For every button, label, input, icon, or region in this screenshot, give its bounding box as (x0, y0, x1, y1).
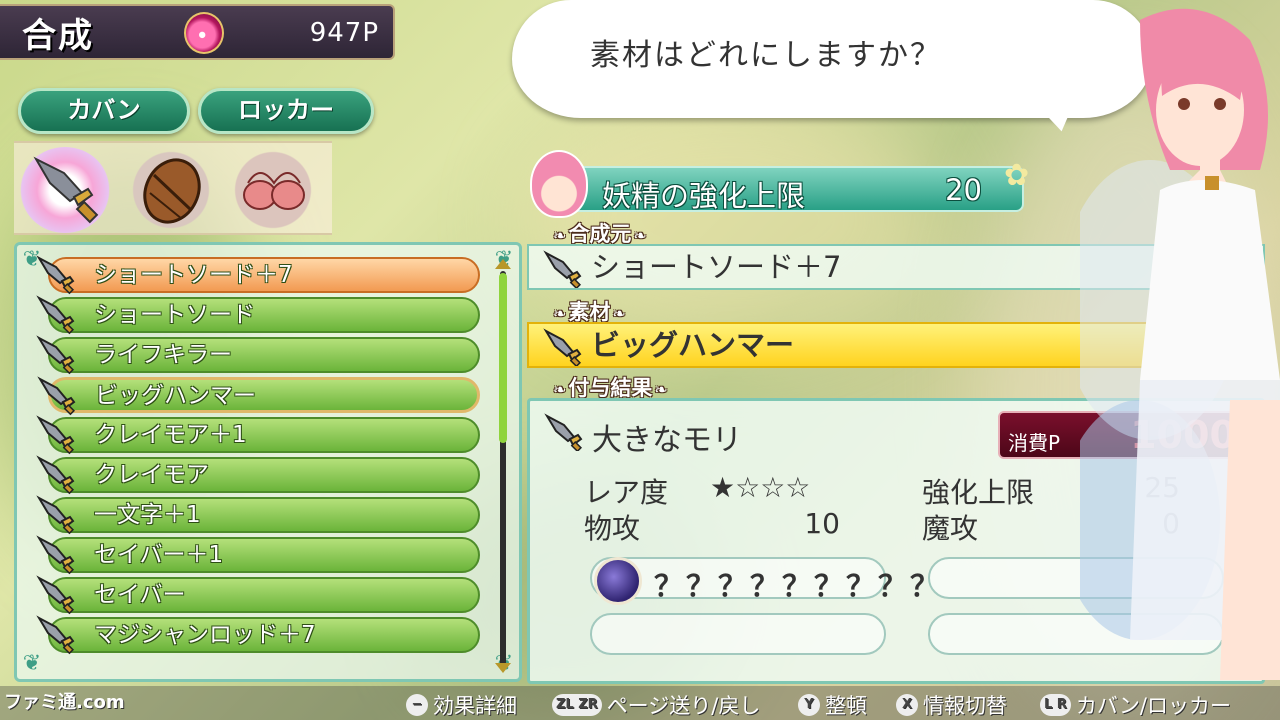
list-item-label: ショートソード＋7 (94, 262, 293, 288)
magic-attack-label: 魔攻 (922, 512, 979, 545)
title-bar: 合成 947P (0, 4, 395, 60)
material-item-name: ビッグハンマー (591, 328, 795, 362)
minus-button-icon: − (406, 694, 428, 716)
list-item[interactable]: マジシャンロッド＋7 (36, 615, 480, 655)
sword-icon (36, 615, 76, 664)
limit-label: 強化上限 (922, 476, 1035, 509)
y-button-icon: Y (798, 694, 820, 716)
skill-text: ？？？？？？？？？ (654, 569, 943, 603)
skill-orb-icon (594, 557, 642, 605)
hint-label: 整頓 (825, 694, 867, 718)
source-item-name: ショートソード＋7 (591, 250, 842, 284)
hint-sort[interactable]: Y 整頓 (798, 690, 867, 720)
fairy-character (1080, 8, 1280, 680)
list-item-label: マジシャンロッド＋7 (94, 622, 316, 648)
list-item-label: 一文字＋1 (94, 502, 201, 528)
category-shield[interactable] (126, 147, 216, 233)
list-item[interactable]: ビッグハンマー (37, 376, 480, 416)
scroll-up-arrow[interactable] (495, 259, 511, 269)
fairy-avatar (530, 150, 588, 218)
list-item-label: クレイモア (94, 462, 209, 488)
tab-bag[interactable]: カバン (18, 88, 190, 134)
list-item[interactable]: セイバー＋1 (36, 535, 480, 575)
section-material-label: 素材 (553, 296, 626, 324)
x-button-icon: X (896, 694, 918, 716)
list-item-label: セイバー＋1 (94, 542, 224, 568)
list-item[interactable]: ショートソード＋7 (36, 255, 480, 295)
hint-label: カバン/ロッカー (1075, 694, 1231, 718)
scrollbar-thumb[interactable] (499, 273, 507, 443)
l-r-button-icon: L R (1040, 694, 1071, 716)
weapon-icon (33, 156, 99, 224)
list-item[interactable]: クレイモア (36, 455, 480, 495)
section-result-label: 付与結果 (553, 372, 668, 400)
shield-icon (143, 158, 201, 224)
list-item-label: セイバー (94, 582, 186, 608)
fairy-limit-value: 20 (945, 173, 982, 207)
footer-bar: ファミ通.com − 効果詳細 ZL ZR ページ送り/戻し Y 整頓 X 情報… (0, 686, 1280, 720)
skill-slot-empty[interactable] (590, 613, 886, 655)
list-item[interactable]: ショートソード (36, 295, 480, 335)
sword-icon (543, 250, 582, 288)
hint-effect-detail[interactable]: − 効果詳細 (406, 690, 517, 720)
hint-label: ページ送り/戻し (606, 694, 761, 718)
rarity-stars: ★☆☆☆ (710, 471, 811, 504)
tab-locker[interactable]: ロッカー (198, 88, 374, 134)
category-weapon[interactable] (20, 147, 110, 233)
points-counter: 947P (309, 18, 379, 48)
fairy-limit-bar: 妖精の強化上限 20 (570, 166, 1024, 213)
hint-bag-locker[interactable]: L R カバン/ロッカー (1040, 690, 1231, 720)
hint-page[interactable]: ZL ZR ページ送り/戻し (552, 690, 760, 720)
cost-label: 消費P (1008, 431, 1061, 455)
list-item[interactable]: 一文字＋1 (36, 495, 480, 535)
list-item[interactable]: セイバー (36, 575, 480, 615)
list-item-label: ビッグハンマー (95, 383, 256, 409)
armor-icon (243, 172, 305, 210)
result-item-name: 大きなモリ (592, 423, 742, 458)
sword-icon (543, 328, 582, 366)
list-item[interactable]: ライフキラー (36, 335, 480, 375)
hint-label: 効果詳細 (433, 694, 517, 718)
phys-attack-label: 物攻 (584, 512, 641, 545)
flower-icon: ✿ (1004, 158, 1030, 193)
hint-label: 情報切替 (923, 694, 1007, 718)
list-item-label: クレイモア＋1 (94, 422, 247, 448)
scroll-down-arrow[interactable] (495, 663, 511, 673)
skill-slot[interactable]: ？？？？？？？？？ (590, 557, 939, 605)
phys-attack-value: 10 (804, 507, 840, 540)
fairy-limit-label: 妖精の強化上限 (602, 179, 806, 213)
category-armor[interactable] (228, 147, 318, 233)
watermark-logo: ファミ通.com (4, 692, 125, 713)
list-item-label: ショートソード (94, 302, 255, 328)
list-item[interactable]: クレイモア＋1 (36, 415, 480, 455)
section-source-label: 合成元 (553, 218, 647, 246)
hint-info-switch[interactable]: X 情報切替 (896, 690, 1007, 720)
category-strip (14, 141, 332, 235)
zl-zr-button-icon: ZL ZR (552, 694, 602, 716)
dialog-text: 素材はどれにしますか？ (590, 38, 942, 73)
sword-icon (544, 413, 583, 451)
page-title: 合成 (22, 15, 94, 56)
list-item-label: ライフキラー (94, 342, 232, 368)
rarity-label: レア度 (584, 476, 669, 509)
potion-icon (184, 12, 224, 54)
